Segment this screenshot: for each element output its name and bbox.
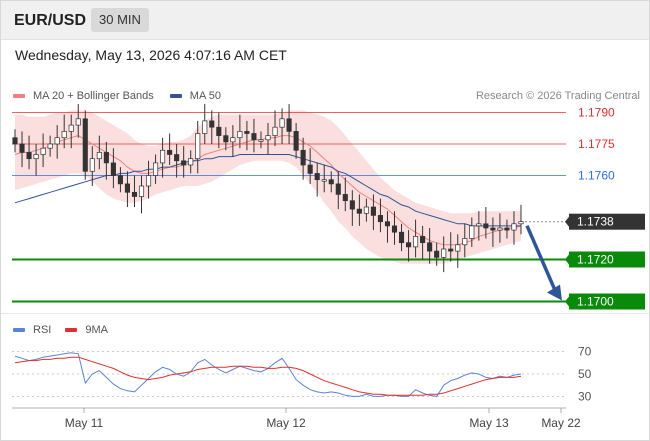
- candle-bearish: [483, 223, 489, 229]
- candle-bearish: [434, 250, 440, 258]
- rsi-tick-label: 70: [578, 345, 592, 359]
- candle-bearish: [342, 194, 348, 202]
- x-axis-tick-label: May 11: [65, 416, 104, 430]
- candle-bullish: [61, 131, 67, 139]
- candle-bearish: [286, 118, 292, 132]
- candle-bearish: [293, 131, 299, 151]
- candle-bearish: [223, 135, 229, 143]
- candle-bullish: [40, 147, 46, 155]
- resistance-label: 1.1790: [578, 106, 615, 120]
- candle-bullish: [89, 158, 95, 172]
- candle-bullish: [75, 118, 81, 126]
- candle-bullish: [96, 152, 102, 160]
- candle-bearish: [82, 118, 88, 172]
- candle-bearish: [490, 227, 496, 231]
- rsi-tick-label: 50: [578, 367, 592, 381]
- candle-bearish: [26, 152, 32, 160]
- candle-bearish: [328, 179, 334, 185]
- candle-bearish: [216, 126, 222, 136]
- candle-bullish: [160, 149, 166, 164]
- candle-bullish: [47, 143, 53, 149]
- support-label: 1.1700: [577, 295, 614, 309]
- rsi-line: [14, 352, 522, 397]
- candle-bullish: [441, 248, 447, 258]
- support-badge-pointer: [565, 254, 569, 265]
- candle-bearish: [448, 248, 454, 252]
- candle-bearish: [174, 154, 180, 162]
- candle-bearish: [314, 173, 320, 181]
- candle-bearish: [356, 208, 362, 214]
- candle-bearish: [181, 160, 187, 166]
- candle-bullish: [202, 120, 208, 134]
- candle-bearish: [19, 143, 25, 153]
- candle-bearish: [300, 149, 306, 166]
- candle-bearish: [391, 225, 398, 233]
- candle-bullish: [188, 158, 194, 166]
- candle-bullish: [272, 126, 278, 136]
- candle-bearish: [398, 231, 405, 244]
- x-axis-tick-label: May 13: [469, 416, 509, 430]
- candle-bearish: [384, 221, 391, 227]
- candle-bearish: [167, 149, 173, 155]
- candle-bearish: [124, 183, 130, 193]
- x-axis-tick-label: May 22: [541, 416, 581, 430]
- candle-bullish: [68, 124, 74, 132]
- candle-bearish: [370, 206, 376, 216]
- candle-bearish: [110, 162, 116, 176]
- candle-bullish: [54, 137, 60, 145]
- support-label: 1.1720: [577, 253, 614, 267]
- price-chart-canvas: 1.1790 1.1775 1.1760 1.1738 1.1720 1.1700 70 50…: [12, 104, 645, 430]
- candle-bullish: [33, 154, 39, 160]
- candle-bearish: [427, 242, 433, 252]
- candle-bullish: [265, 135, 271, 141]
- candle-bullish: [195, 133, 201, 160]
- support-badge-pointer: [565, 296, 569, 307]
- candle-bullish: [518, 221, 524, 225]
- candle-bullish: [363, 206, 369, 214]
- candle-bullish: [279, 118, 285, 128]
- candle-bullish: [462, 238, 468, 246]
- candle-bullish: [455, 244, 461, 252]
- candle-bearish: [117, 175, 123, 185]
- candle-bearish: [251, 133, 257, 141]
- candle-bearish: [420, 236, 426, 244]
- candle-bullish: [476, 223, 482, 227]
- rsi-tick-label: 30: [578, 389, 592, 403]
- candle-bullish: [497, 227, 503, 231]
- candle-bearish: [12, 137, 18, 145]
- candle-bullish: [145, 175, 152, 187]
- candle-bullish: [230, 137, 236, 143]
- candle-bearish: [131, 191, 138, 197]
- candle-bearish: [103, 152, 109, 164]
- candle-bullish: [258, 139, 264, 142]
- candle-bullish: [413, 236, 419, 248]
- candle-bearish: [406, 242, 412, 248]
- candle-bullish: [321, 179, 327, 182]
- last-price-badge-pointer: [565, 216, 569, 227]
- candle-bullish: [237, 131, 243, 139]
- resistance-label: 1.1775: [578, 137, 615, 151]
- candle-bearish: [377, 215, 383, 223]
- candle-bearish: [504, 227, 510, 231]
- candle-bearish: [335, 183, 341, 195]
- candle-bearish: [209, 120, 215, 128]
- candle-bearish: [244, 131, 250, 134]
- candle-bullish: [469, 225, 475, 239]
- candle-bearish: [349, 200, 355, 210]
- candle-bullish: [138, 185, 145, 197]
- candle-bullish: [511, 223, 517, 231]
- candle-bullish: [153, 162, 159, 176]
- resistance-label: 1.1760: [578, 169, 615, 183]
- candle-bearish: [307, 164, 313, 174]
- x-axis-tick-label: May 12: [266, 416, 306, 430]
- last-price-label: 1.1738: [577, 215, 614, 229]
